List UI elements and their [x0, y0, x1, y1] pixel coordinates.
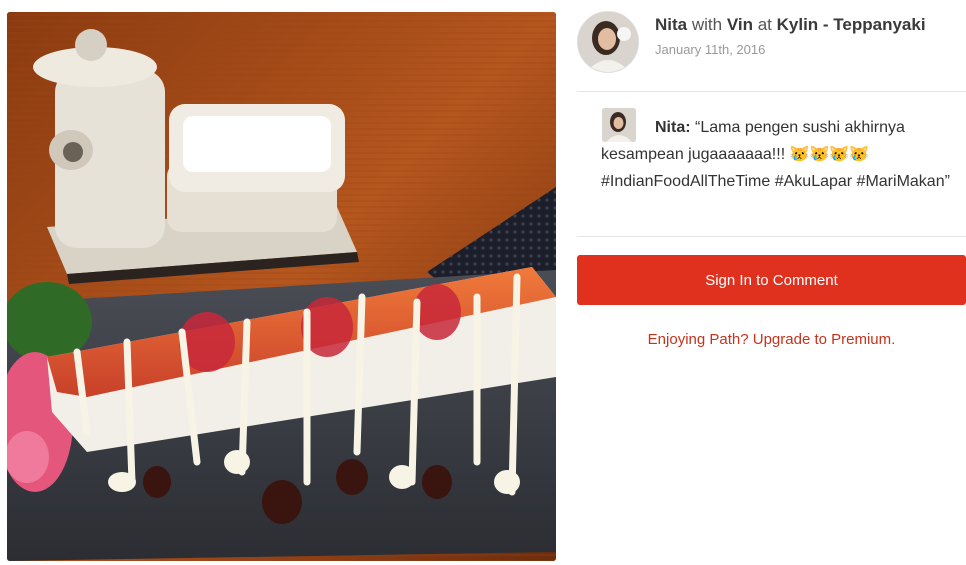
upgrade-premium-link[interactable]: Enjoying Path? Upgrade to Premium.: [577, 331, 966, 348]
comment-text: “Lama pengen sushi akhirnya kesampean ju…: [601, 119, 950, 190]
with-word: with: [691, 15, 723, 34]
author-avatar[interactable]: [577, 11, 639, 73]
author-name[interactable]: Nita: [655, 15, 687, 34]
post-photo: [7, 12, 556, 561]
post-headline: Nita with Vin at Kylin - Teppanyaki: [655, 15, 926, 35]
at-word: at: [757, 15, 772, 34]
divider: [577, 236, 966, 237]
post-date: January 11th, 2016: [655, 42, 766, 57]
comment-author[interactable]: Nita:: [655, 119, 691, 136]
comment-body: Nita: “Lama pengen sushi akhirnya kesamp…: [601, 114, 951, 195]
divider: [577, 91, 966, 92]
place-name[interactable]: Kylin - Teppanyaki: [777, 15, 926, 34]
post-sidebar: Nita with Vin at Kylin - Teppanyaki Janu…: [577, 0, 966, 565]
companion-name[interactable]: Vin: [727, 15, 753, 34]
sign-in-to-comment-button[interactable]: Sign In to Comment: [577, 255, 966, 305]
